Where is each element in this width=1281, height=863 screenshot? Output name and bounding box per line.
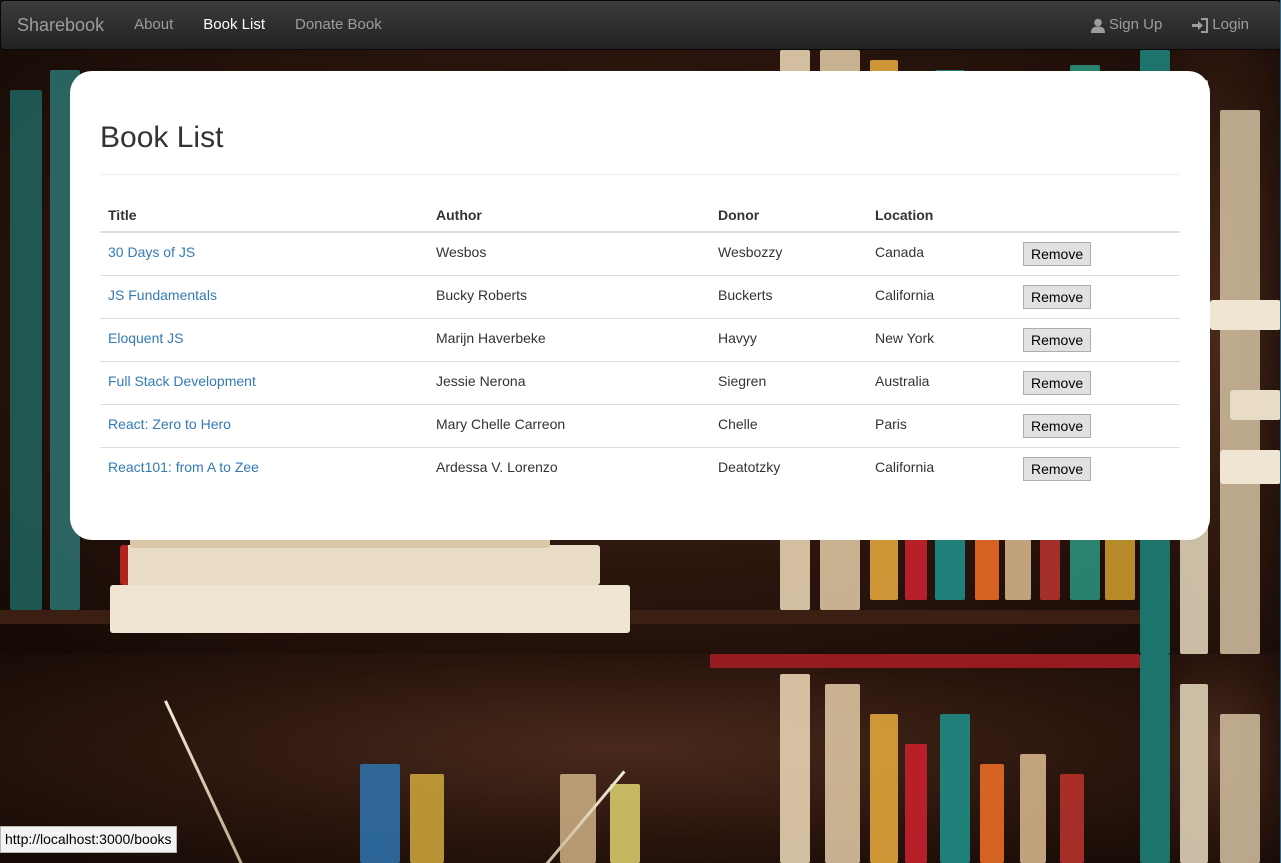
sign-up-label: Sign Up bbox=[1108, 16, 1163, 33]
book-title-link[interactable]: JS Fundamentals bbox=[108, 287, 217, 303]
book-author: Mary Chelle Carreon bbox=[428, 403, 710, 447]
book-location: Australia bbox=[867, 360, 1015, 404]
book-donor: Wesbozzy bbox=[718, 244, 783, 260]
table-row: Eloquent JS Marijn Haverbeke Havyy New Y… bbox=[100, 317, 1180, 361]
table-row: Full Stack Development Jessie Nerona Sie… bbox=[100, 360, 1180, 404]
nav-right-group: Sign Up Login bbox=[1076, 0, 1280, 50]
brand-link[interactable]: Sharebook bbox=[1, 15, 119, 36]
book-title-link[interactable]: React: Zero to Hero bbox=[108, 416, 231, 432]
column-header-title: Title bbox=[100, 195, 428, 233]
book-list-panel: Book List Title Author Donor Location 30… bbox=[70, 71, 1210, 540]
remove-button[interactable]: Remove bbox=[1023, 370, 1092, 395]
book-location: Paris bbox=[867, 403, 1015, 447]
book-location: Canada bbox=[875, 244, 925, 260]
remove-button[interactable]: Remove bbox=[1023, 413, 1092, 438]
book-title-link[interactable]: React101: from A to Zee bbox=[108, 459, 259, 475]
book-donor: Deatotzky bbox=[710, 446, 867, 490]
page-title: Book List bbox=[100, 121, 1180, 175]
book-donor: Chelle bbox=[710, 403, 867, 447]
login-label: Login bbox=[1212, 16, 1249, 33]
book-author: Bucky Roberts bbox=[428, 274, 710, 318]
book-author: Marijn Haverbeke bbox=[428, 317, 710, 361]
login-link[interactable]: Login bbox=[1177, 0, 1264, 50]
remove-button[interactable]: Remove bbox=[1023, 327, 1092, 352]
book-donor: Havyy bbox=[710, 317, 867, 361]
book-title-link[interactable]: Full Stack Development bbox=[108, 373, 256, 389]
table-row: React101: from A to Zee Ardessa V. Loren… bbox=[100, 446, 1180, 490]
sign-up-link[interactable]: Sign Up bbox=[1076, 0, 1177, 50]
column-header-location: Location bbox=[867, 195, 1015, 233]
book-table: Title Author Donor Location 30 Days of J… bbox=[100, 195, 1180, 490]
table-row: JS Fundamentals Bucky Roberts Buckerts C… bbox=[100, 274, 1180, 318]
book-donor: Buckerts bbox=[710, 274, 867, 318]
book-location: California bbox=[867, 274, 1015, 318]
column-header-donor: Donor bbox=[710, 195, 867, 233]
book-author: Ardessa V. Lorenzo bbox=[428, 446, 710, 490]
table-row: 30 Days of JS Wesbos Wesbozzy Canada Rem… bbox=[100, 232, 1180, 275]
bookshelf-background-tile bbox=[1140, 654, 1281, 863]
login-icon bbox=[1192, 17, 1209, 33]
remove-button[interactable]: Remove bbox=[1023, 242, 1092, 266]
column-header-author: Author bbox=[428, 195, 710, 233]
column-header-actions bbox=[1015, 195, 1180, 233]
status-bar-url: http://localhost:3000/books bbox=[0, 826, 177, 853]
user-icon bbox=[1090, 18, 1105, 33]
book-title-link[interactable]: 30 Days of JS bbox=[108, 244, 195, 260]
nav-about[interactable]: About bbox=[119, 0, 188, 50]
remove-button[interactable]: Remove bbox=[1023, 456, 1092, 481]
book-donor: Siegren bbox=[710, 360, 867, 404]
table-header-row: Title Author Donor Location bbox=[100, 195, 1180, 233]
book-location: California bbox=[867, 446, 1015, 490]
remove-button[interactable]: Remove bbox=[1023, 284, 1092, 309]
book-location: New York bbox=[867, 317, 1015, 361]
nav-donate-book[interactable]: Donate Book bbox=[280, 0, 397, 50]
book-title-link[interactable]: Eloquent JS bbox=[108, 330, 184, 346]
book-author: Wesbos bbox=[436, 244, 487, 260]
table-row: React: Zero to Hero Mary Chelle Carreon … bbox=[100, 403, 1180, 447]
top-navbar: Sharebook About Book List Donate Book Si… bbox=[0, 0, 1281, 50]
book-author: Jessie Nerona bbox=[428, 360, 710, 404]
nav-book-list[interactable]: Book List bbox=[188, 0, 280, 50]
